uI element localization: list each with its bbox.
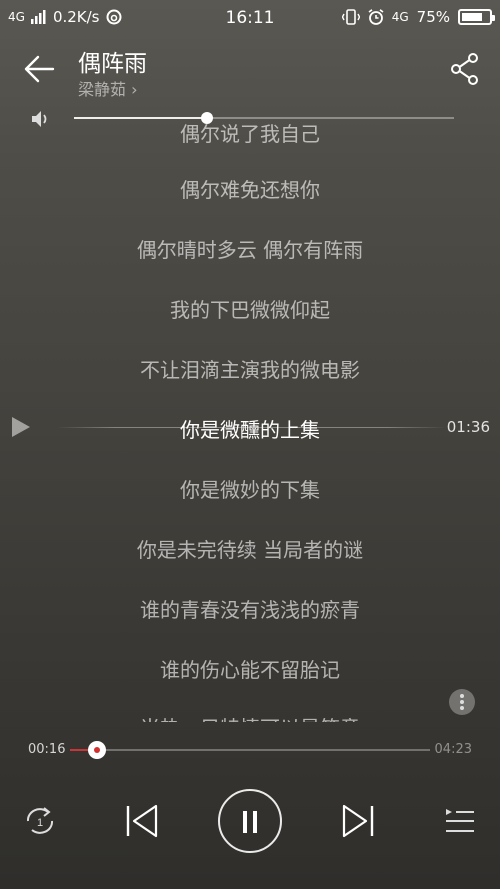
lyric-line: 偶尔难免还想你 bbox=[180, 178, 320, 202]
play-from-here-icon[interactable] bbox=[10, 416, 32, 438]
battery-percent: 75% bbox=[416, 8, 450, 26]
share-icon[interactable] bbox=[450, 52, 480, 86]
more-options-icon[interactable] bbox=[449, 689, 475, 715]
lyric-line: 我的下巴微微仰起 bbox=[170, 298, 330, 322]
repeat-one-icon[interactable]: 1 bbox=[22, 805, 58, 837]
progress-slider[interactable] bbox=[70, 741, 430, 759]
status-bar: 4G 0.2K/s 16:11 4G 75% bbox=[0, 0, 500, 36]
lyric-line: 谁的青春没有浅浅的瘀青 bbox=[140, 598, 360, 622]
seek-time: 01:36 bbox=[446, 418, 490, 436]
vibrate-icon bbox=[341, 9, 360, 25]
lyric-line: 你是未完待续 当局者的谜 bbox=[136, 538, 364, 562]
lyric-line: 谁的伤心能不留胎记 bbox=[160, 658, 340, 682]
playback-controls: 1 bbox=[0, 785, 500, 855]
lyric-seek-line: 01:36 bbox=[0, 412, 500, 442]
playback-progress: 00:16 04:23 bbox=[0, 738, 500, 762]
next-track-icon[interactable] bbox=[340, 803, 376, 839]
alarm-icon bbox=[368, 9, 384, 25]
lyric-line: 偶尔说了我自己 bbox=[180, 122, 320, 146]
total-time: 04:23 bbox=[434, 742, 472, 757]
lyric-line: 偶尔晴时多云 偶尔有阵雨 bbox=[136, 238, 364, 262]
lyric-line: 你是微妙的下集 bbox=[180, 478, 320, 502]
artist-link[interactable]: 梁静茹 › bbox=[78, 76, 138, 100]
pause-button[interactable] bbox=[218, 789, 282, 853]
back-arrow-icon[interactable] bbox=[22, 52, 56, 86]
network-type-right: 4G bbox=[391, 10, 409, 24]
lyric-line: 不让泪滴主演我的微电影 bbox=[140, 358, 360, 382]
current-time: 00:16 bbox=[28, 742, 66, 757]
progress-slider-knob[interactable] bbox=[88, 741, 106, 759]
lyric-line: 当热一只特情可以是笑意 bbox=[0, 712, 500, 722]
seek-guide-line bbox=[56, 427, 446, 428]
clock: 16:11 bbox=[225, 8, 275, 28]
svg-text:1: 1 bbox=[37, 817, 43, 829]
previous-track-icon[interactable] bbox=[124, 803, 160, 839]
playlist-icon[interactable] bbox=[444, 805, 476, 835]
battery-icon bbox=[458, 9, 495, 25]
player-header: 偶阵雨 梁静茹 › bbox=[0, 40, 500, 100]
song-title: 偶阵雨 bbox=[78, 51, 147, 77]
